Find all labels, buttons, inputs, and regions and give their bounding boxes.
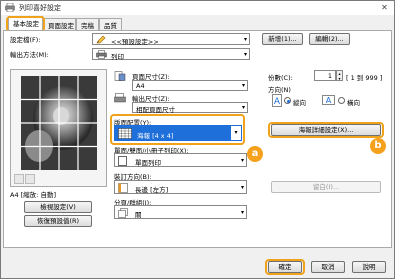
- preview-settings-icon[interactable]: [25, 174, 35, 184]
- ok-button[interactable]: 確定: [268, 261, 302, 273]
- portrait-radio[interactable]: [284, 97, 291, 104]
- preview-caption: A4 [縮放: 自動]: [10, 191, 56, 199]
- page-layout-value: 海報 [4 x 4]: [137, 132, 174, 140]
- basic-settings-panel: 設定檔(F): <<預設設定>> ▾ 新增(1)... 編輯(2)... 輸出方…: [3, 30, 392, 248]
- add-profile-button[interactable]: 新增(1)...: [262, 33, 303, 45]
- output-size-select[interactable]: 相配頁面尺寸 ▾: [132, 102, 248, 114]
- callout-badge-b: b: [370, 138, 386, 154]
- output-method-select[interactable]: 列印 ▾: [92, 48, 250, 61]
- output-method-label: 輸出方法(M):: [10, 51, 49, 59]
- landscape-page-icon: A: [322, 95, 335, 105]
- view-settings-button[interactable]: 檢視設定(V): [24, 201, 92, 213]
- preview-page-icon[interactable]: [14, 174, 24, 184]
- edit-profile-button[interactable]: 編輯(2)...: [309, 33, 350, 45]
- chevron-down-icon: ▾: [241, 104, 245, 111]
- restore-defaults-button[interactable]: 恢復預設值(R): [24, 215, 92, 227]
- chevron-down-icon: ▾: [243, 51, 247, 58]
- chevron-down-icon: ▾: [231, 126, 241, 140]
- tab-quality[interactable]: 品質: [99, 18, 122, 30]
- chevron-down-icon: ▾: [241, 82, 245, 89]
- duplex-value: 單面列印: [135, 158, 161, 167]
- copies-range: [ 1 到 999 ]: [346, 74, 383, 82]
- landscape-radio[interactable]: [338, 97, 345, 104]
- print-preferences-window: 列印喜好設定 ✕ 基本設定 頁面設定 完稿 品質 設定檔(F): <<預設設定>…: [0, 0, 395, 279]
- output-size-icon: [114, 93, 126, 103]
- tab-finishing[interactable]: 完稿: [76, 18, 99, 30]
- stapling-select[interactable]: 關 ▾: [114, 205, 247, 219]
- callout-badge-a: a: [247, 146, 263, 162]
- binding-select[interactable]: 長邊 [左方] ▾: [114, 180, 247, 194]
- copies-stepper[interactable]: ▴ ▾: [336, 70, 343, 81]
- chevron-down-icon: ▾: [240, 184, 244, 191]
- chevron-down-icon: ▾: [243, 36, 247, 43]
- close-icon[interactable]: ✕: [377, 2, 392, 13]
- preview-box: [10, 69, 107, 187]
- single-sided-icon: [118, 155, 127, 166]
- chevron-down-icon: ▾: [240, 157, 244, 164]
- svg-text:A: A: [274, 97, 281, 107]
- portrait-label: 縱向: [293, 99, 306, 107]
- poster-preview-image: [21, 76, 97, 170]
- tab-page-setup[interactable]: 頁面設定: [43, 18, 76, 30]
- page-size-icon: [114, 71, 126, 81]
- stapling-value: 關: [135, 210, 142, 219]
- collate-icon: [118, 207, 128, 218]
- printer-icon: [5, 3, 15, 12]
- help-button[interactable]: 說明: [352, 261, 386, 273]
- chevron-down-icon: ▾: [240, 209, 244, 216]
- binding-value: 長邊 [左方]: [135, 185, 169, 194]
- portrait-page-icon: A: [272, 94, 282, 107]
- copies-value: 1: [327, 72, 332, 80]
- profile-value: <<預設設定>>: [111, 37, 159, 46]
- printer-icon: [96, 50, 107, 59]
- landscape-label: 橫向: [347, 99, 360, 107]
- pencil-icon: [96, 35, 106, 44]
- binding-edge-icon: [118, 182, 128, 193]
- title-bar: 列印喜好設定 ✕: [1, 1, 394, 15]
- window-title: 列印喜好設定: [19, 4, 61, 12]
- profile-label: 設定檔(F):: [10, 36, 41, 44]
- output-size-value: 相配頁面尺寸: [136, 106, 175, 114]
- binding-margin-button[interactable]: 留白(I)...: [271, 181, 381, 193]
- page-size-select[interactable]: A4 ▾: [132, 80, 248, 91]
- duplex-select[interactable]: 單面列印 ▾: [114, 153, 247, 167]
- page-layout-select[interactable]: 海報 [4 x 4] ▾: [114, 125, 242, 141]
- profile-select[interactable]: <<預設設定>> ▾: [92, 33, 250, 46]
- tab-bar: 基本設定 頁面設定 完稿 品質: [1, 16, 394, 32]
- poster-details-button[interactable]: 海報詳細設定(X)...: [271, 124, 381, 136]
- page-size-value: A4: [136, 82, 145, 90]
- orientation-label: 方向(N): [268, 86, 291, 94]
- copies-input[interactable]: 1: [314, 70, 336, 81]
- output-method-value: 列印: [111, 52, 124, 61]
- svg-text:A: A: [326, 96, 332, 105]
- copies-label: 份數(C):: [268, 74, 293, 82]
- cancel-button[interactable]: 取消: [311, 261, 345, 273]
- poster-layout-icon: [118, 128, 132, 139]
